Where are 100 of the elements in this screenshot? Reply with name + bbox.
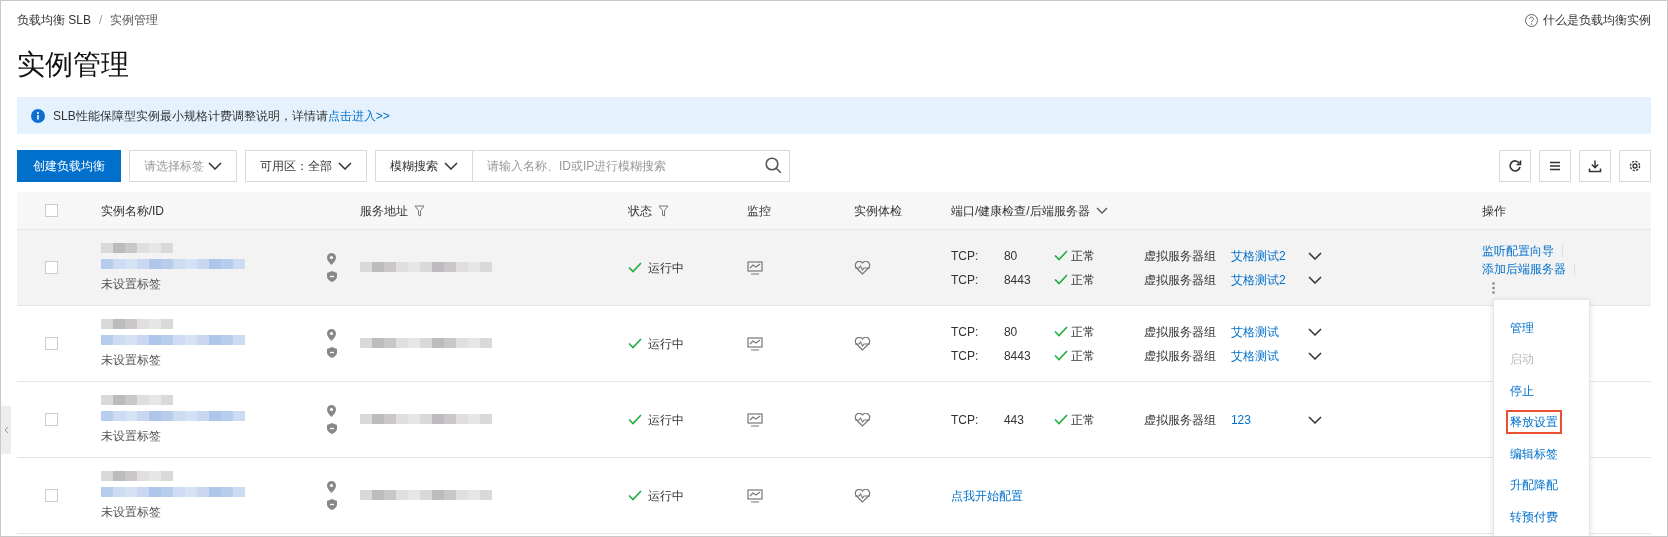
- list-button[interactable]: [1539, 150, 1571, 182]
- check-icon: [1053, 250, 1068, 261]
- chevron-down-icon[interactable]: [1307, 251, 1322, 260]
- heart-pulse-icon[interactable]: [854, 488, 872, 503]
- row-checkbox[interactable]: [44, 261, 58, 274]
- check-icon: [1053, 326, 1068, 337]
- shield-icon: [326, 499, 337, 510]
- port-text: 80: [1003, 323, 1019, 341]
- shield-icon: [326, 423, 337, 434]
- chevron-left-icon: [3, 426, 9, 434]
- start-config-link[interactable]: 点我开始配置: [950, 486, 1482, 505]
- port-text: 443: [1003, 411, 1025, 429]
- heart-pulse-icon[interactable]: [854, 336, 872, 351]
- search-field[interactable]: 请输入名称、ID或IP进行模糊搜索: [473, 150, 790, 182]
- row-checkbox[interactable]: [44, 337, 58, 350]
- tag-text: 未设置标签: [100, 427, 162, 445]
- tag-text: 未设置标签: [100, 275, 162, 293]
- column-header: 状态: [627, 202, 652, 220]
- breadcrumb-separator: /: [99, 12, 103, 29]
- server-group-link[interactable]: 123: [1230, 410, 1308, 429]
- monitor-icon[interactable]: [747, 260, 764, 275]
- check-icon: [627, 262, 642, 273]
- server-group-link[interactable]: 艾格测试: [1230, 346, 1308, 365]
- chevron-down-icon: [338, 162, 352, 170]
- download-icon: [1588, 159, 1602, 173]
- monitor-icon[interactable]: [747, 488, 764, 503]
- tag-select[interactable]: 请选择标签: [129, 150, 237, 182]
- location-pin-icon: [327, 253, 337, 265]
- location-pin-icon: [327, 481, 337, 493]
- row-checkbox[interactable]: [44, 413, 58, 426]
- menu-item[interactable]: 升配降配: [1508, 475, 1560, 496]
- menu-item[interactable]: 停止: [1508, 380, 1536, 401]
- settings-button[interactable]: [1619, 150, 1651, 182]
- chevron-down-icon[interactable]: [1307, 275, 1322, 284]
- chevron-down-icon[interactable]: [1095, 207, 1108, 214]
- chevron-down-icon[interactable]: [1307, 415, 1322, 424]
- server-group-link[interactable]: 艾格测试2: [1230, 246, 1308, 265]
- port-text: 80: [1003, 247, 1019, 265]
- notice-link[interactable]: 点击进入>>: [327, 108, 390, 123]
- filter-icon[interactable]: [657, 204, 669, 217]
- health-text: 正常: [1070, 411, 1096, 429]
- chevron-down-icon: [208, 162, 222, 170]
- protocol-text: TCP:: [950, 271, 980, 289]
- refresh-button[interactable]: [1499, 150, 1531, 182]
- server-group-link[interactable]: 艾格测试: [1230, 322, 1308, 341]
- row-checkbox[interactable]: [44, 489, 58, 502]
- refresh-icon: [1508, 159, 1522, 173]
- menu-item[interactable]: 转预付费: [1508, 506, 1560, 527]
- status-text: 运行中: [647, 335, 684, 353]
- column-header: 操作: [1481, 202, 1506, 220]
- column-header: 服务地址: [360, 202, 409, 220]
- action-link[interactable]: 添加后端服务器: [1481, 259, 1566, 278]
- filter-icon[interactable]: [414, 204, 426, 217]
- info-icon: [31, 108, 45, 123]
- status-text: 运行中: [647, 259, 684, 277]
- search-mode-select[interactable]: 模糊搜索: [375, 150, 473, 182]
- shield-icon: [326, 271, 337, 282]
- notice-text: SLB性能保障型实例最小规格计费调整说明，详情请点击进入>>: [53, 107, 390, 125]
- protocol-text: TCP:: [950, 411, 980, 429]
- check-icon: [1053, 350, 1068, 361]
- check-icon: [1053, 274, 1068, 285]
- heart-pulse-icon[interactable]: [854, 260, 872, 275]
- menu-item[interactable]: 释放设置: [1508, 412, 1560, 433]
- chevron-down-icon: [444, 162, 458, 170]
- server-group-link[interactable]: 艾格测试2: [1230, 270, 1308, 289]
- check-icon: [1053, 414, 1068, 425]
- shield-icon: [326, 347, 337, 358]
- health-text: 正常: [1070, 323, 1096, 341]
- column-header: 实例名称/ID: [100, 202, 164, 220]
- group-type-text: 虚拟服务器组: [1143, 411, 1217, 429]
- monitor-icon[interactable]: [747, 336, 764, 351]
- create-button[interactable]: 创建负载均衡: [17, 150, 121, 182]
- breadcrumb-link[interactable]: 负载均衡 SLB: [17, 11, 91, 29]
- menu-item[interactable]: 管理: [1508, 317, 1536, 338]
- heart-pulse-icon[interactable]: [854, 412, 872, 427]
- download-button[interactable]: [1579, 150, 1611, 182]
- status-text: 运行中: [647, 487, 684, 505]
- port-text: 8443: [1003, 271, 1032, 289]
- menu-item[interactable]: 编辑标签: [1508, 443, 1560, 464]
- status-text: 运行中: [647, 411, 684, 429]
- location-pin-icon: [327, 329, 337, 341]
- help-link[interactable]: 什么是负载均衡实例: [1543, 11, 1651, 29]
- breadcrumb-current: 实例管理: [110, 12, 159, 29]
- more-icon[interactable]: [1491, 281, 1495, 294]
- health-text: 正常: [1070, 247, 1096, 265]
- health-text: 正常: [1070, 271, 1096, 289]
- chevron-down-icon[interactable]: [1307, 351, 1322, 360]
- column-header: 实例体检: [854, 202, 903, 220]
- chevron-down-icon[interactable]: [1307, 327, 1322, 336]
- header-checkbox[interactable]: [44, 204, 58, 217]
- monitor-icon[interactable]: [747, 412, 764, 427]
- tag-text: 未设置标签: [100, 503, 162, 521]
- action-link[interactable]: 监听配置向导: [1481, 241, 1554, 260]
- search-icon[interactable]: [765, 157, 782, 174]
- port-text: 8443: [1003, 347, 1032, 365]
- zone-select[interactable]: 可用区：全部: [245, 150, 367, 182]
- protocol-text: TCP:: [950, 347, 980, 365]
- check-icon: [627, 414, 642, 425]
- group-type-text: 虚拟服务器组: [1143, 271, 1217, 289]
- health-text: 正常: [1070, 347, 1096, 365]
